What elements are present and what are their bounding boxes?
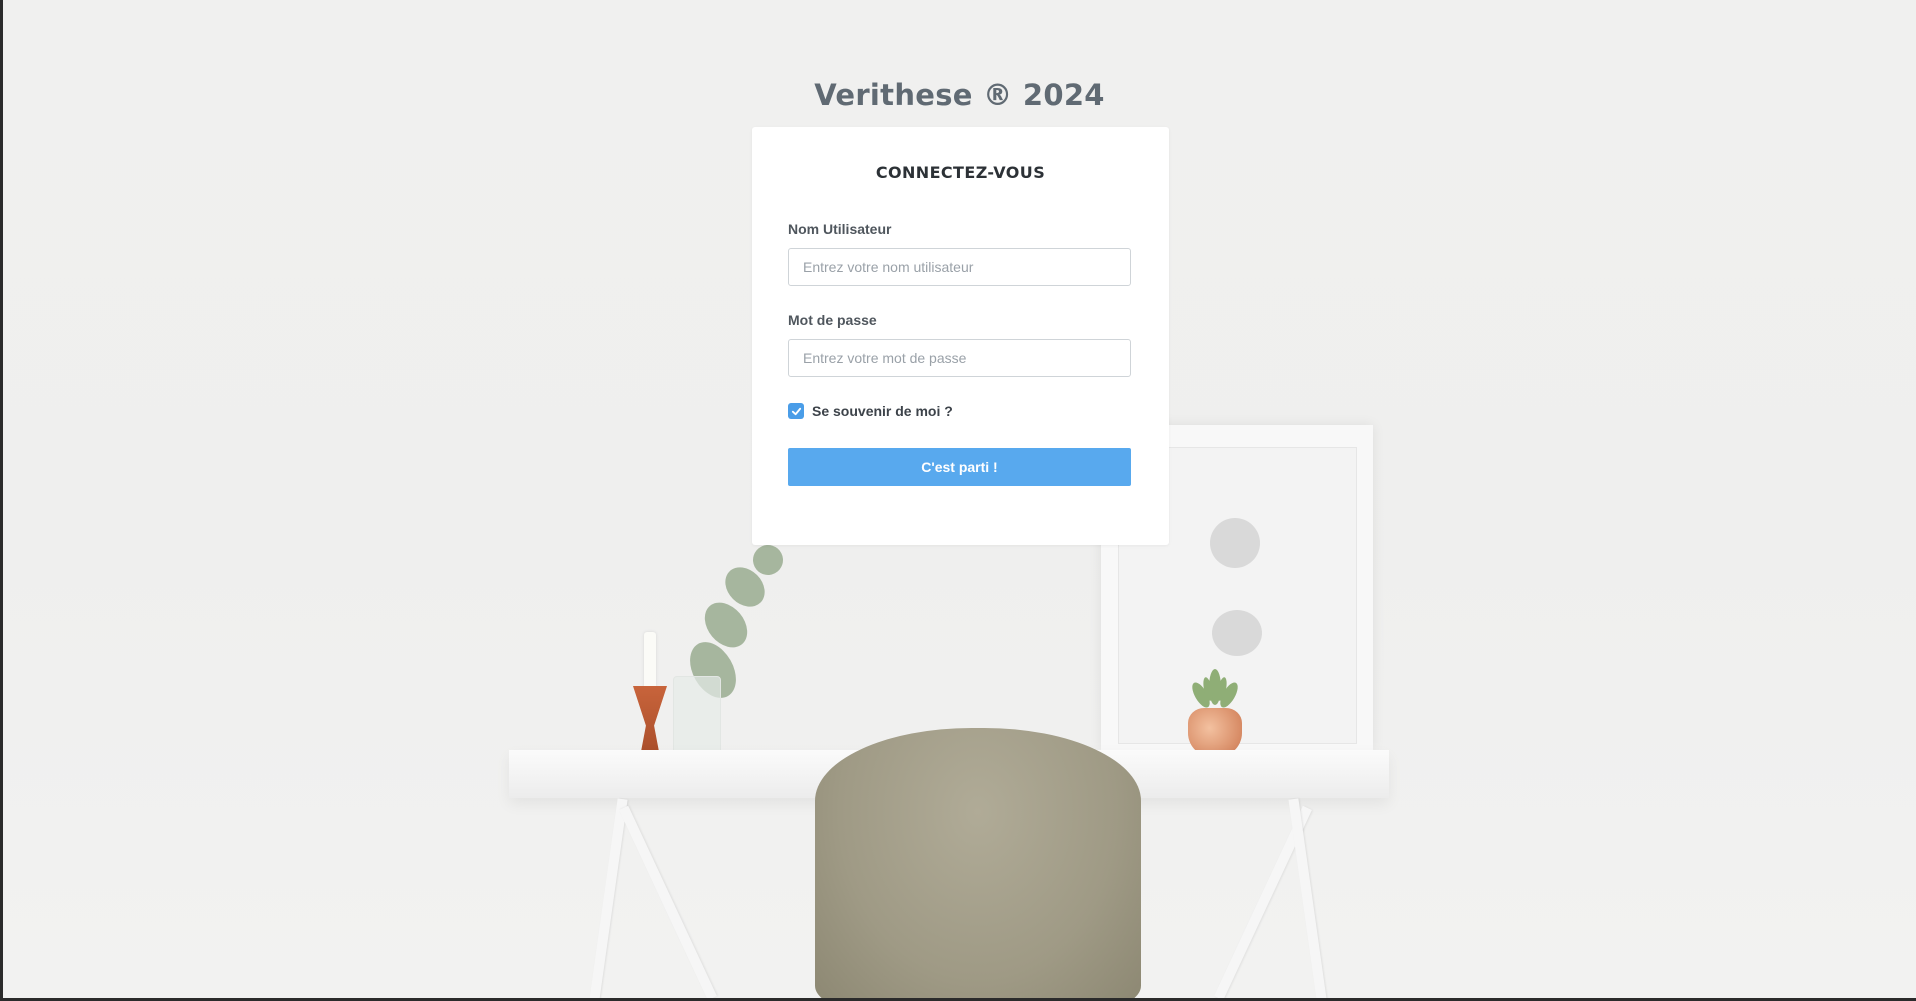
frame-circle-top: [1210, 518, 1260, 568]
check-icon: [791, 407, 801, 415]
password-label: Mot de passe: [788, 312, 877, 328]
username-label: Nom Utilisateur: [788, 221, 892, 237]
remember-checkbox[interactable]: [788, 403, 804, 419]
desk-leg: [1288, 798, 1328, 998]
brand-title: Verithese ® 2024: [814, 78, 1105, 112]
frame-circle-bottom: [1212, 610, 1262, 656]
chair: [815, 728, 1141, 998]
candle-holder: [633, 686, 667, 758]
login-page: Verithese ® 2024 CONNECTEZ-VOUS Nom Util…: [3, 0, 1916, 998]
glass-jar: [673, 676, 721, 756]
desk-leg: [588, 798, 628, 998]
desk-leg: [619, 805, 717, 998]
username-input[interactable]: [788, 248, 1131, 286]
remember-me[interactable]: Se souvenir de moi ?: [788, 403, 953, 419]
candle: [644, 632, 656, 687]
login-card: CONNECTEZ-VOUS Nom Utilisateur Mot de pa…: [752, 127, 1169, 545]
login-heading: CONNECTEZ-VOUS: [875, 163, 1046, 182]
password-input[interactable]: [788, 339, 1131, 377]
login-submit-button[interactable]: C'est parti !: [788, 448, 1131, 486]
remember-label[interactable]: Se souvenir de moi ?: [812, 403, 953, 419]
